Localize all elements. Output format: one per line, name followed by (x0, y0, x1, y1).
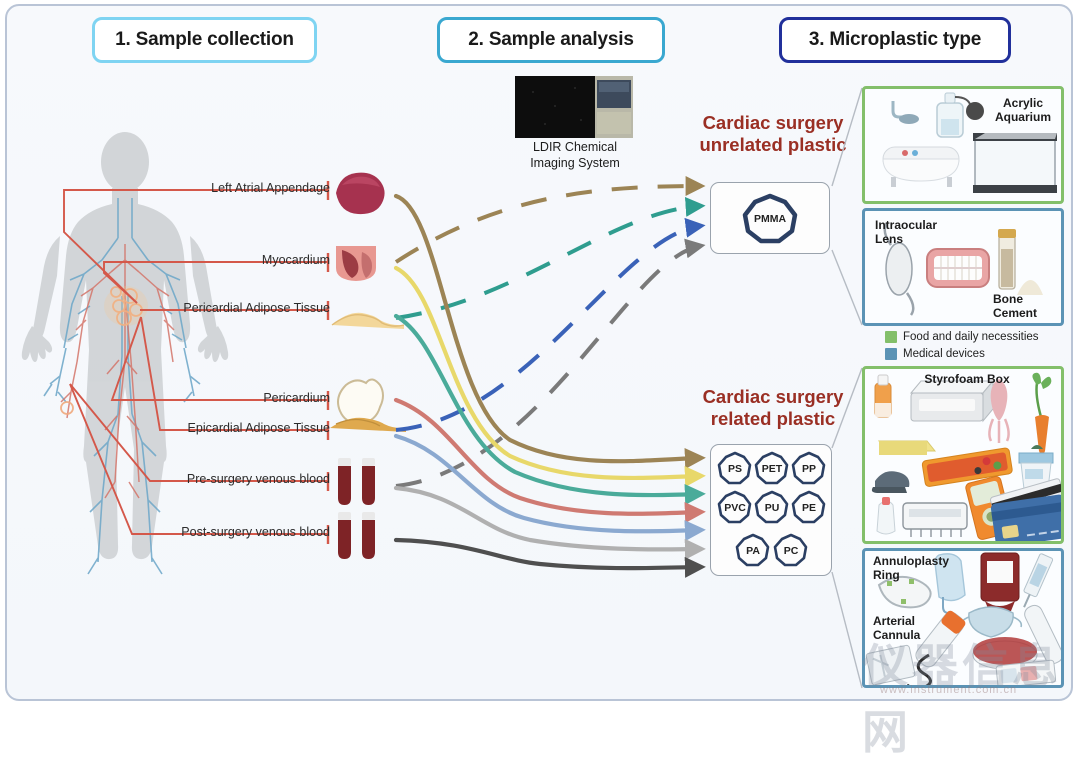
legend-swatch-food (885, 331, 897, 343)
panel-medical-devices: Annuloplasty Ring Arterial Cannula (862, 548, 1064, 688)
panel-food-daily-necessities: Styrofoam Box (862, 366, 1064, 544)
panel-medical-implants: Intraocular Lens Bone Cement (862, 208, 1064, 326)
panel-label-styrofoam-box: Styrofoam Box (924, 372, 1010, 386)
panel-acrylic-aquarium: Acrylic Aquarium (862, 86, 1064, 204)
panel-label-intraocular-lens: Intraocular Lens (875, 218, 938, 246)
legend-swatch-medical (885, 348, 897, 360)
panel-label-annuloplasty-ring: Annuloplasty Ring (873, 554, 950, 582)
panel-label-bone-cement: Bone Cement (993, 292, 1038, 320)
panel-label-acrylic: Acrylic Aquarium (994, 96, 1051, 124)
watermark-url: www.instrument.com.cn (880, 684, 1018, 696)
figure-root: 1. Sample collection 2. Sample analysis … (0, 0, 1080, 758)
legend-medical-devices: Medical devices (885, 348, 985, 360)
panel-label-arterial-cannula: Arterial Cannula (873, 614, 921, 642)
legend-food-daily: Food and daily necessities (885, 331, 1039, 343)
